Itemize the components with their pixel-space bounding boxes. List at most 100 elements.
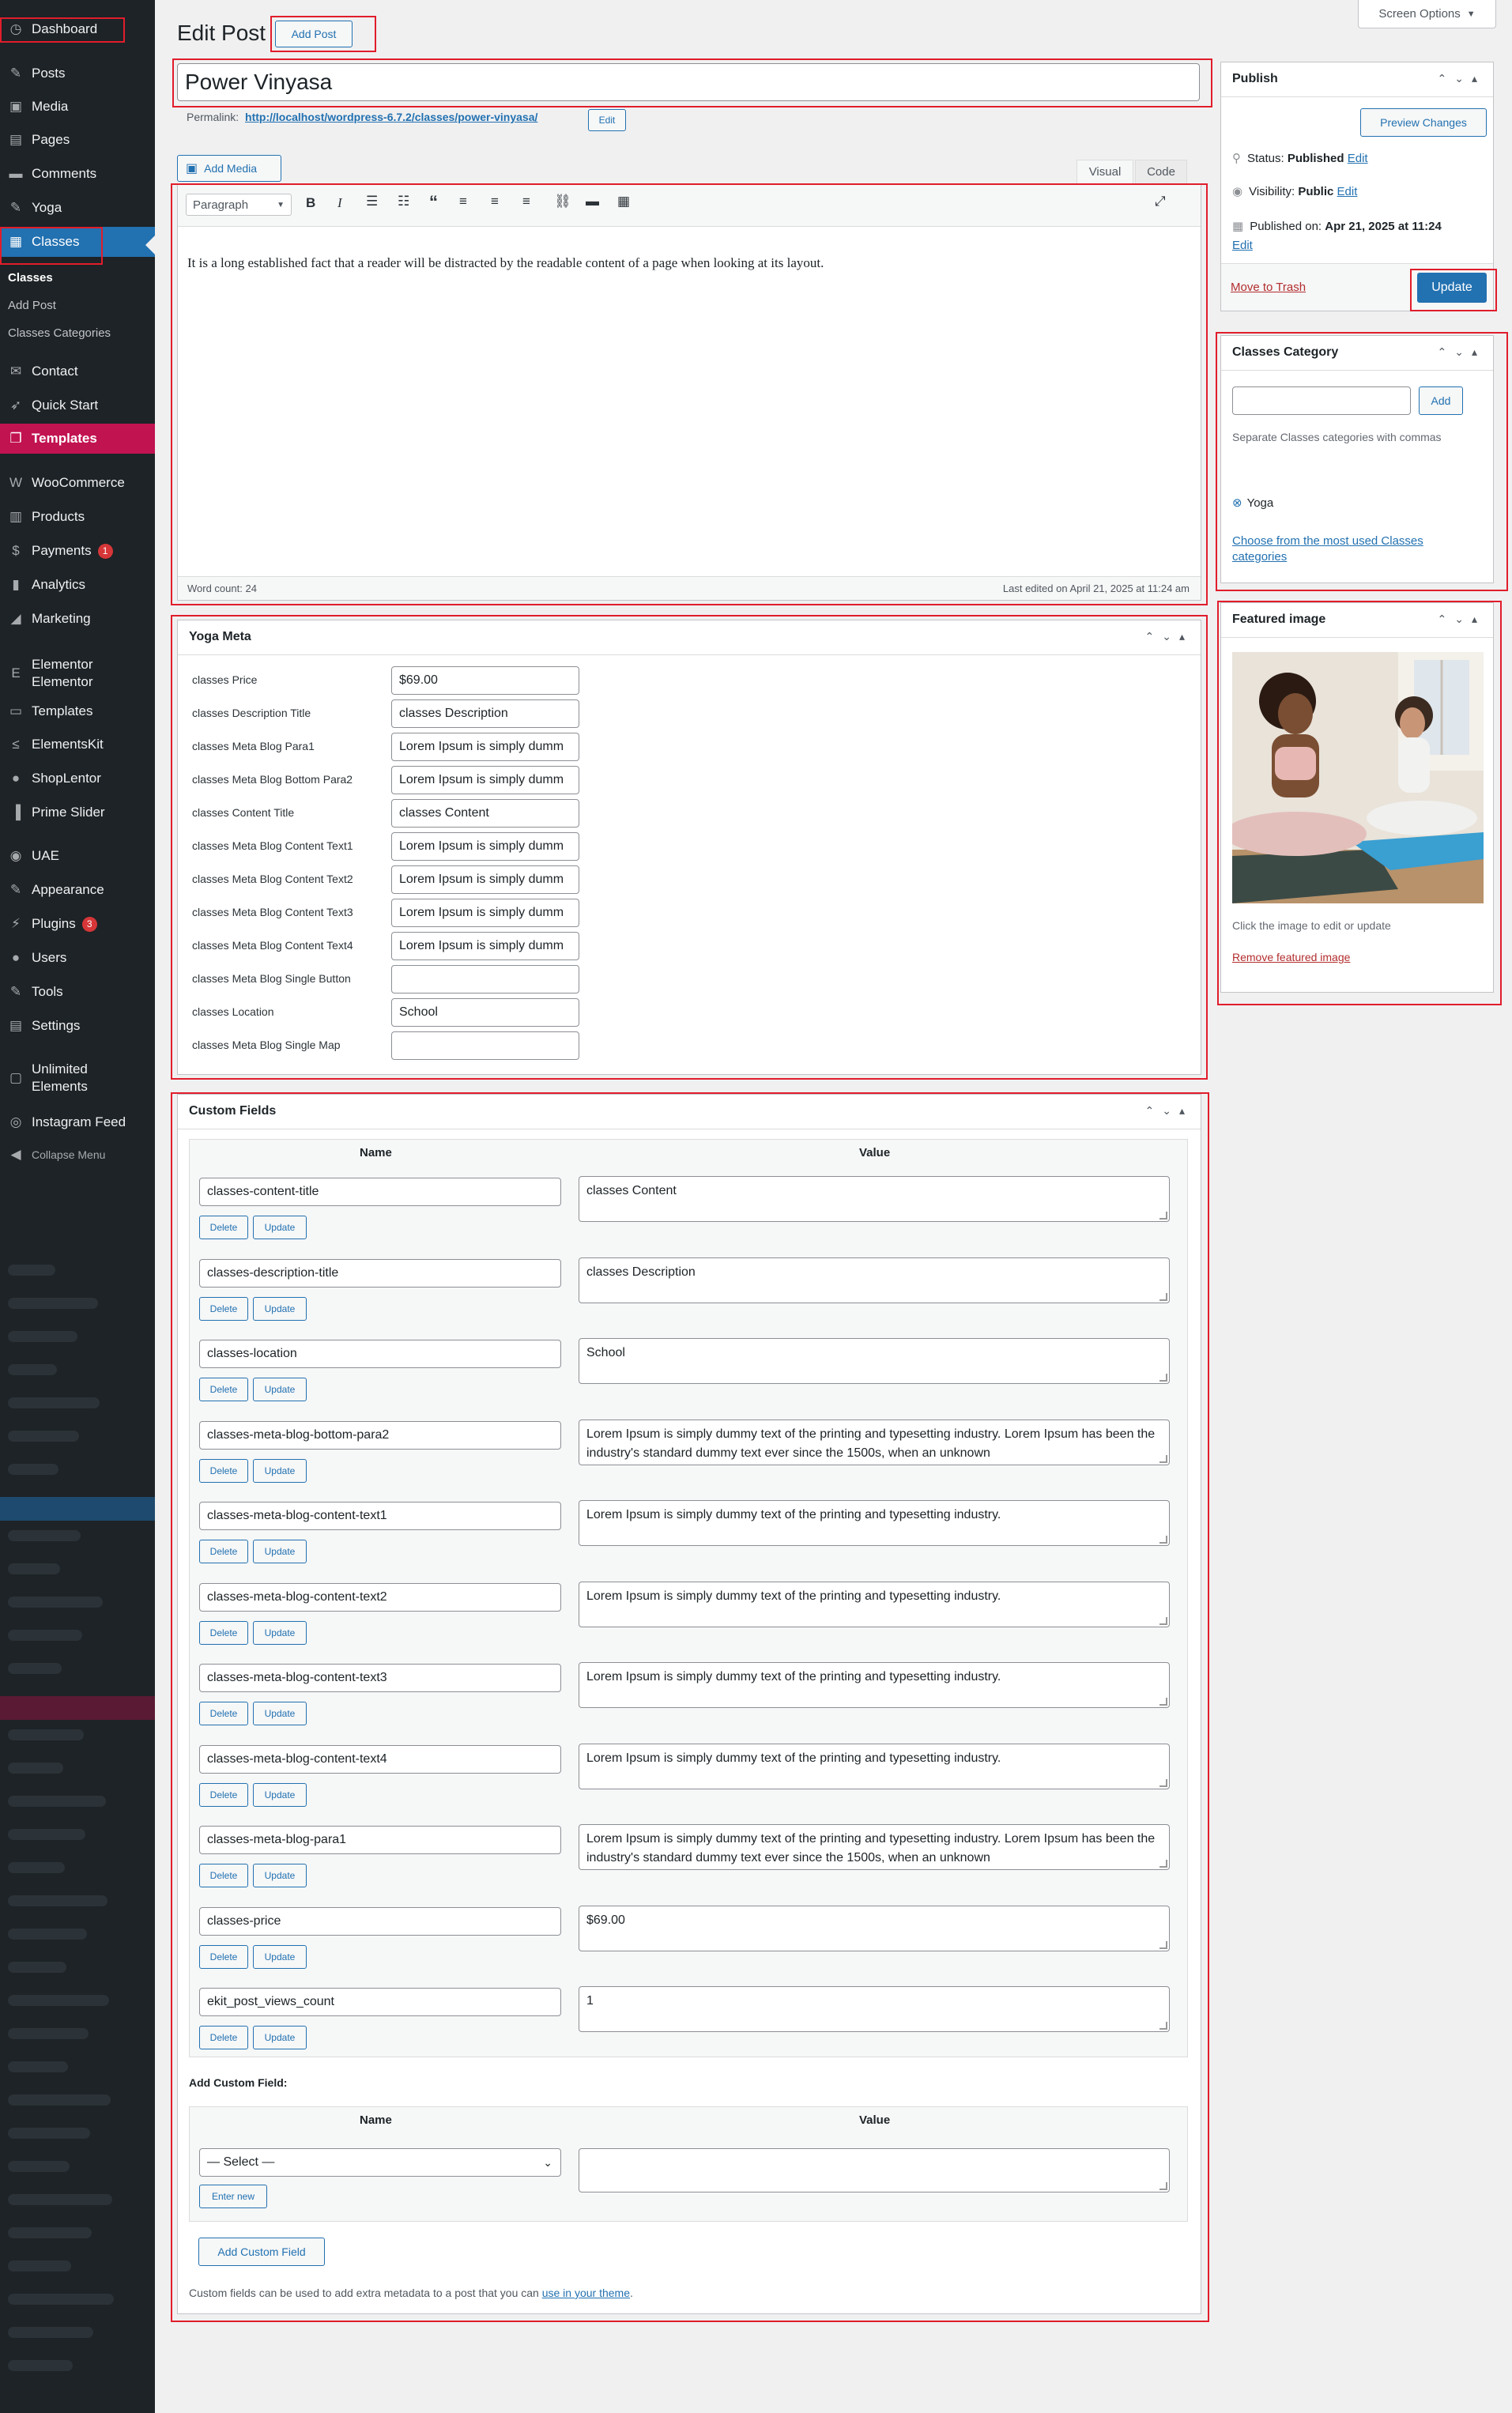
tab-code[interactable]: Code xyxy=(1135,160,1187,183)
custom-field-name-input[interactable]: classes-meta-blog-content-text1 xyxy=(199,1502,561,1530)
sidebar-item-analytics[interactable]: ▮ Analytics xyxy=(0,570,155,600)
custom-field-name-input[interactable]: classes-description-title xyxy=(199,1258,561,1288)
sidebar-item-payments[interactable]: $ Payments 1 xyxy=(0,536,155,566)
custom-field-value-input[interactable]: classes Description xyxy=(579,1257,1170,1303)
format-select[interactable]: Paragraph ▼ xyxy=(186,194,292,216)
update-field-button[interactable]: Update xyxy=(253,1378,307,1401)
box-controls-icon[interactable]: ⌃⌄▴ xyxy=(1145,1104,1193,1118)
sidebar-item-products[interactable]: ▥ Products xyxy=(0,502,155,532)
move-to-trash-link[interactable]: Move to Trash xyxy=(1231,281,1306,294)
sidebar-item-yoga[interactable]: ✎ Yoga xyxy=(0,193,155,223)
custom-field-value-input[interactable]: 1 xyxy=(579,1986,1170,2032)
sidebar-item-prime-slider[interactable]: ▐ Prime Slider xyxy=(0,797,155,828)
yoga-field-input[interactable]: Lorem Ipsum is simply dumm xyxy=(391,899,579,927)
sidebar-item-tools[interactable]: ✎ Tools xyxy=(0,977,155,1007)
align-center-icon[interactable]: ≡ xyxy=(491,194,499,209)
custom-field-name-input[interactable]: ekit_post_views_count xyxy=(199,1988,561,2016)
new-category-input[interactable] xyxy=(1232,386,1411,415)
featured-image-thumbnail[interactable] xyxy=(1232,652,1484,903)
box-controls-icon[interactable]: ⌃⌄▴ xyxy=(1438,72,1486,85)
update-field-button[interactable]: Update xyxy=(253,2026,307,2049)
update-field-button[interactable]: Update xyxy=(253,1782,307,1807)
delete-field-button[interactable]: Delete xyxy=(199,1620,248,1645)
box-controls-icon[interactable]: ⌃⌄▴ xyxy=(1438,345,1486,359)
tab-visual[interactable]: Visual xyxy=(1076,160,1133,183)
custom-field-name-input[interactable]: classes-location xyxy=(199,1340,561,1368)
delete-field-button[interactable]: Delete xyxy=(199,1216,248,1239)
delete-field-button[interactable]: Delete xyxy=(199,1944,248,1969)
yoga-field-input[interactable]: Lorem Ipsum is simply dumm xyxy=(391,932,579,960)
new-field-name-select[interactable]: — Select — ⌄ xyxy=(199,2148,561,2177)
permalink-url[interactable]: http://localhost/wordpress-6.7.2/classes… xyxy=(245,111,537,123)
sidebar-item-appearance[interactable]: ✎ Appearance xyxy=(0,875,155,905)
update-field-button[interactable]: Update xyxy=(253,1944,307,1969)
custom-field-value-input[interactable]: Lorem Ipsum is simply dummy text of the … xyxy=(579,1581,1170,1627)
bullet-list-icon[interactable]: ☰ xyxy=(366,194,378,209)
sidebar-item-woocommerce[interactable]: W WooCommerce xyxy=(0,468,155,498)
update-field-button[interactable]: Update xyxy=(253,1620,307,1645)
delete-field-button[interactable]: Delete xyxy=(199,2026,248,2049)
preview-changes-button[interactable]: Preview Changes xyxy=(1360,108,1487,137)
add-media-button[interactable]: ▣ Add Media xyxy=(177,155,281,182)
permalink-edit-button[interactable]: Edit xyxy=(588,109,626,131)
update-field-button[interactable]: Update xyxy=(253,1702,307,1725)
visibility-edit-link[interactable]: Edit xyxy=(1337,185,1358,198)
custom-field-name-input[interactable]: classes-meta-blog-content-text4 xyxy=(199,1744,561,1774)
delete-field-button[interactable]: Delete xyxy=(199,1378,248,1401)
sidebar-item-collapse[interactable]: ◀ Collapse Menu xyxy=(0,1140,155,1170)
yoga-field-input[interactable]: Lorem Ipsum is simply dumm xyxy=(391,766,579,794)
yoga-field-input[interactable]: Lorem Ipsum is simply dumm xyxy=(391,733,579,761)
sidebar-item-media[interactable]: ▣ Media xyxy=(0,92,155,122)
custom-field-value-input[interactable]: Lorem Ipsum is simply dummy text of the … xyxy=(579,1500,1170,1546)
sidebar-item-uae[interactable]: ◉ UAE xyxy=(0,841,155,871)
fullscreen-icon[interactable]: ⤢ xyxy=(1155,194,1166,209)
bold-icon[interactable]: B xyxy=(306,195,315,211)
delete-field-button[interactable]: Delete xyxy=(199,1540,248,1563)
yoga-field-input[interactable]: Lorem Ipsum is simply dumm xyxy=(391,832,579,861)
update-field-button[interactable]: Update xyxy=(253,1864,307,1887)
sidebar-item-instagram[interactable]: ◎ Instagram Feed xyxy=(0,1107,155,1137)
choose-most-used-link[interactable]: Choose from the most used Classes catego… xyxy=(1232,533,1469,565)
box-controls-icon[interactable]: ⌃⌄▴ xyxy=(1438,613,1486,626)
yoga-field-input[interactable] xyxy=(391,1031,579,1060)
delete-field-button[interactable]: Delete xyxy=(199,1296,248,1321)
custom-field-value-input[interactable]: Lorem Ipsum is simply dummy text of the … xyxy=(579,1743,1170,1789)
sidebar-item-marketing[interactable]: ◢ Marketing xyxy=(0,604,155,634)
sidebar-item-posts[interactable]: ✎ Posts xyxy=(0,58,155,89)
box-controls-icon[interactable]: ⌃⌄▴ xyxy=(1145,630,1193,643)
enter-new-button[interactable]: Enter new xyxy=(199,2185,267,2208)
editor-content[interactable]: It is a long established fact that a rea… xyxy=(187,255,1183,271)
sidebar-item-templates-top[interactable]: ❐ Templates xyxy=(0,424,155,454)
sidebar-item-elementor[interactable]: E Elementor Elementor xyxy=(0,653,155,694)
yoga-field-input[interactable] xyxy=(391,965,579,993)
published-edit-link[interactable]: Edit xyxy=(1232,239,1253,252)
sidebar-item-shoplentor[interactable]: ● ShopLentor xyxy=(0,763,155,794)
sidebar-item-plugins[interactable]: ⚡ Plugins 3 xyxy=(0,909,155,939)
update-field-button[interactable]: Update xyxy=(253,1458,307,1483)
yoga-field-input[interactable]: $69.00 xyxy=(391,666,579,695)
delete-field-button[interactable]: Delete xyxy=(199,1702,248,1725)
remove-featured-image-link[interactable]: Remove featured image xyxy=(1232,951,1350,963)
sidebar-item-settings[interactable]: ▤ Settings xyxy=(0,1011,155,1041)
yoga-field-input[interactable]: School xyxy=(391,998,579,1027)
custom-field-value-input[interactable]: $69.00 xyxy=(579,1905,1170,1951)
sidebar-item-pages[interactable]: ▤ Pages xyxy=(0,125,155,155)
add-post-button[interactable]: Add Post xyxy=(275,21,353,47)
delete-field-button[interactable]: Delete xyxy=(199,1864,248,1887)
custom-field-value-input[interactable]: Lorem Ipsum is simply dummy text of the … xyxy=(579,1419,1170,1465)
custom-field-name-input[interactable]: classes-price xyxy=(199,1906,561,1936)
custom-field-name-input[interactable]: classes-meta-blog-content-text3 xyxy=(199,1664,561,1692)
yoga-field-input[interactable]: classes Content xyxy=(391,799,579,828)
sidebar-item-contact[interactable]: ✉ Contact xyxy=(0,356,155,386)
submenu-classes[interactable]: Classes xyxy=(8,271,53,285)
sidebar-item-quick-start[interactable]: ➶ Quick Start xyxy=(0,390,155,420)
custom-field-name-input[interactable]: classes-content-title xyxy=(199,1178,561,1206)
update-button[interactable]: Update xyxy=(1417,273,1487,303)
use-in-theme-link[interactable]: use in your theme xyxy=(542,2287,630,2299)
delete-field-button[interactable]: Delete xyxy=(199,1458,248,1483)
custom-field-value-input[interactable]: classes Content xyxy=(579,1176,1170,1222)
sidebar-item-comments[interactable]: ▬ Comments xyxy=(0,159,155,189)
screen-options-button[interactable]: Screen Options ▼ xyxy=(1358,0,1496,28)
update-field-button[interactable]: Update xyxy=(253,1296,307,1321)
sidebar-item-elementskit[interactable]: ≤ ElementsKit xyxy=(0,730,155,760)
